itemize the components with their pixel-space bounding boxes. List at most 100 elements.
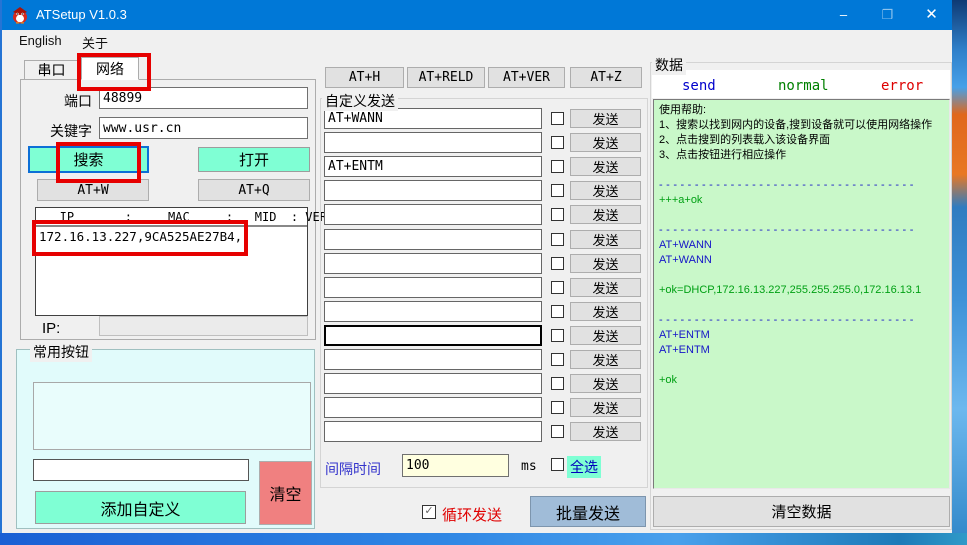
log-line — [659, 358, 944, 373]
row-checkbox[interactable] — [551, 233, 564, 246]
select-all-label[interactable]: 全选 — [567, 456, 601, 478]
interval-input[interactable] — [402, 454, 509, 477]
app-icon — [11, 6, 29, 24]
send-button[interactable]: 发送 — [570, 278, 641, 297]
search-button[interactable]: 搜索 — [28, 146, 149, 173]
data-group-title: 数据 — [652, 55, 686, 75]
close-button[interactable]: ✕ — [909, 0, 954, 30]
row-checkbox[interactable] — [551, 305, 564, 318]
send-button[interactable]: 发送 — [570, 157, 641, 176]
log-line — [659, 208, 944, 223]
title-bar[interactable]: ATSetup V1.0.3 – ❒ ✕ — [2, 0, 952, 30]
custom-command-input[interactable] — [324, 301, 542, 322]
legend-error: error — [881, 78, 923, 94]
send-button[interactable]: 发送 — [570, 398, 641, 417]
add-custom-button[interactable]: 添加自定义 — [35, 491, 246, 524]
custom-send-title: 自定义发送 — [322, 91, 398, 111]
send-button[interactable]: 发送 — [570, 302, 641, 321]
custom-command-input[interactable] — [324, 132, 542, 153]
menu-item-english[interactable]: English — [19, 33, 62, 48]
custom-command-input[interactable] — [324, 204, 542, 225]
send-button[interactable]: 发送 — [570, 230, 641, 249]
custom-command-input[interactable] — [324, 253, 542, 274]
keyword-input[interactable] — [99, 117, 308, 139]
menu-item-about[interactable]: 关于 — [82, 33, 108, 52]
interval-label: 间隔时间 — [325, 459, 381, 479]
custom-command-input[interactable] — [324, 180, 542, 201]
row-checkbox[interactable] — [551, 377, 564, 390]
send-button[interactable]: 发送 — [570, 133, 641, 152]
clear-common-button[interactable]: 清空 — [259, 461, 312, 525]
row-checkbox[interactable] — [551, 136, 564, 149]
keyword-label: 关键字 — [25, 121, 92, 141]
atq-button[interactable]: AT+Q — [198, 179, 310, 201]
send-button[interactable]: 发送 — [570, 422, 641, 441]
row-checkbox[interactable] — [551, 257, 564, 270]
maximize-button[interactable]: ❒ — [865, 0, 910, 30]
batch-send-button[interactable]: 批量发送 — [530, 496, 646, 527]
custom-command-input[interactable] — [324, 108, 542, 129]
atver-button[interactable]: AT+VER — [488, 67, 565, 88]
custom-command-input[interactable] — [324, 277, 542, 298]
menu-bar: English 关于 — [2, 30, 952, 52]
log-line — [659, 268, 944, 283]
common-command-input[interactable] — [33, 459, 249, 481]
custom-command-input[interactable] — [324, 373, 542, 394]
desktop-wallpaper-bottom — [0, 533, 967, 545]
log-line: ------------------------------------ — [659, 313, 944, 328]
device-list-row[interactable]: 172.16.13.227,9CA525AE27B4, — [36, 227, 307, 244]
interval-unit: ms — [521, 459, 537, 474]
atreld-button[interactable]: AT+RELD — [407, 67, 485, 88]
ip-label: IP: — [42, 320, 60, 337]
send-button[interactable]: 发送 — [570, 205, 641, 224]
row-checkbox[interactable] — [551, 160, 564, 173]
row-checkbox[interactable] — [551, 401, 564, 414]
send-button[interactable]: 发送 — [570, 374, 641, 393]
custom-command-input[interactable] — [324, 325, 542, 346]
window-title: ATSetup V1.0.3 — [36, 7, 127, 22]
log-line: ------------------------------------ — [659, 223, 944, 238]
atz-button[interactable]: AT+Z — [570, 67, 642, 88]
row-checkbox[interactable] — [551, 281, 564, 294]
log-line: +ok — [659, 373, 944, 388]
port-input[interactable] — [99, 87, 308, 109]
log-line — [659, 163, 944, 178]
row-checkbox[interactable] — [551, 184, 564, 197]
log-line: AT+WANN — [659, 238, 944, 253]
port-label: 端口 — [32, 91, 92, 111]
send-button[interactable]: 发送 — [570, 109, 641, 128]
row-checkbox[interactable] — [551, 425, 564, 438]
select-all-checkbox[interactable] — [551, 458, 564, 471]
row-checkbox[interactable] — [551, 112, 564, 125]
send-button[interactable]: 发送 — [570, 181, 641, 200]
send-button[interactable]: 发送 — [570, 254, 641, 273]
clear-data-button[interactable]: 清空数据 — [653, 496, 950, 527]
tab-network[interactable]: 网络 — [81, 57, 139, 80]
send-button[interactable]: 发送 — [570, 326, 641, 345]
custom-command-input[interactable] — [324, 397, 542, 418]
minimize-button[interactable]: – — [821, 0, 866, 30]
custom-command-input[interactable] — [324, 421, 542, 442]
legend-send: send — [682, 78, 716, 94]
loop-send-checkbox[interactable]: ✓ — [422, 505, 436, 519]
log-line: AT+ENTM — [659, 328, 944, 343]
custom-command-input[interactable] — [324, 229, 542, 250]
row-checkbox[interactable] — [551, 208, 564, 221]
send-button[interactable]: 发送 — [570, 350, 641, 369]
open-button[interactable]: 打开 — [198, 147, 310, 172]
row-checkbox[interactable] — [551, 329, 564, 342]
log-line: ------------------------------------ — [659, 178, 944, 193]
ip-input — [99, 316, 308, 336]
row-checkbox[interactable] — [551, 353, 564, 366]
device-list[interactable]: IP : MAC : MID : VER 172.16.13.227,9CA52… — [35, 207, 308, 316]
custom-command-input[interactable] — [324, 349, 542, 370]
data-log[interactable]: 使用帮助: 1、搜索以找到网内的设备,搜到设备就可以使用网络操作 2、点击搜到的… — [653, 99, 950, 489]
common-buttons-list[interactable] — [33, 382, 311, 450]
ath-button[interactable]: AT+H — [325, 67, 404, 88]
log-line: +++a+ok — [659, 193, 944, 208]
atw-button[interactable]: AT+W — [37, 179, 149, 201]
custom-command-input[interactable] — [324, 156, 542, 177]
desktop-wallpaper-right — [952, 0, 967, 545]
device-list-header: IP : MAC : MID : VER — [36, 208, 307, 227]
tab-serial[interactable]: 串口 — [24, 60, 79, 80]
